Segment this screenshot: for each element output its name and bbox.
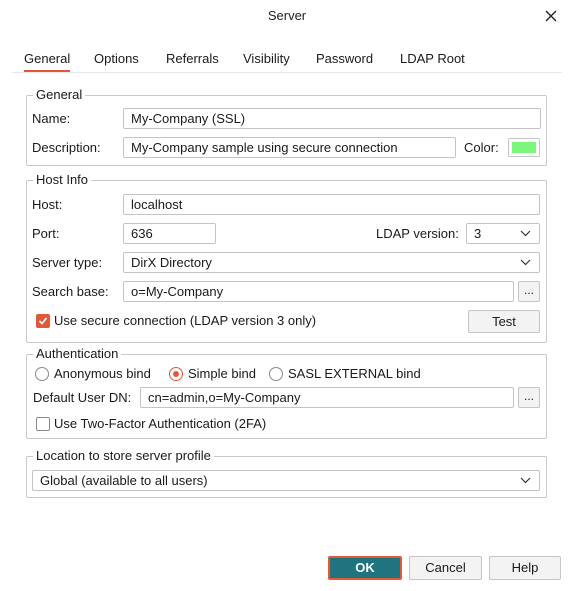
default-user-dn-browse-button[interactable]: ... (518, 387, 540, 408)
search-base-label: Search base: (32, 284, 109, 299)
radio-sasl-external-bind[interactable] (269, 367, 283, 381)
anonymous-bind-label: Anonymous bind (54, 366, 151, 381)
help-button[interactable]: Help (489, 556, 561, 580)
server-type-value: DirX Directory (131, 255, 212, 270)
port-input[interactable]: 636 (123, 223, 216, 244)
window-title: Server (267, 8, 307, 23)
chevron-down-icon (520, 477, 531, 484)
description-label: Description: (32, 140, 101, 155)
color-picker[interactable] (508, 138, 540, 157)
tab-visibility[interactable]: Visibility (243, 46, 290, 72)
sasl-external-bind-label: SASL EXTERNAL bind (288, 366, 421, 381)
close-button[interactable] (542, 7, 560, 25)
tab-options[interactable]: Options (94, 46, 139, 72)
search-base-browse-button[interactable]: ... (518, 281, 540, 302)
title-bar: Server (0, 0, 574, 32)
host-input[interactable]: localhost (123, 194, 540, 215)
ldap-version-value: 3 (474, 226, 482, 241)
chevron-down-icon (520, 259, 531, 266)
name-input[interactable]: My-Company (SSL) (123, 108, 541, 129)
tab-referrals[interactable]: Referrals (166, 46, 219, 72)
close-icon (545, 10, 557, 22)
location-legend: Location to store server profile (33, 448, 214, 464)
server-type-label: Server type: (32, 255, 103, 270)
secure-connection-checkbox[interactable] (36, 314, 50, 328)
host-info-legend: Host Info (33, 172, 92, 188)
two-factor-label: Use Two-Factor Authentication (2FA) (54, 416, 267, 431)
tab-general[interactable]: General (24, 46, 71, 72)
color-swatch (512, 142, 536, 153)
test-button[interactable]: Test (468, 310, 540, 333)
radio-anonymous-bind[interactable] (35, 367, 49, 381)
host-label: Host: (32, 197, 63, 212)
location-select[interactable]: Global (available to all users) (32, 470, 540, 491)
checkmark-icon (38, 317, 48, 325)
secure-connection-label: Use secure connection (LDAP version 3 on… (54, 313, 317, 328)
port-label: Port: (32, 226, 60, 241)
color-label: Color: (464, 140, 499, 155)
name-label: Name: (32, 111, 71, 126)
location-value: Global (available to all users) (40, 473, 208, 488)
default-user-dn-input[interactable]: cn=admin,o=My-Company (140, 387, 514, 408)
ok-button[interactable]: OK (328, 556, 402, 580)
radio-simple-bind[interactable] (169, 367, 183, 381)
authentication-legend: Authentication (33, 346, 122, 362)
cancel-button[interactable]: Cancel (409, 556, 482, 580)
tab-password[interactable]: Password (316, 46, 373, 72)
two-factor-checkbox[interactable] (36, 417, 50, 431)
tab-ldap-root[interactable]: LDAP Root (400, 46, 465, 72)
tab-divider (12, 72, 562, 73)
description-input[interactable]: My-Company sample using secure connectio… (123, 137, 456, 158)
ldap-version-select[interactable]: 3 (466, 223, 540, 244)
search-base-input[interactable]: o=My-Company (123, 281, 514, 302)
general-legend: General (33, 87, 86, 103)
simple-bind-label: Simple bind (188, 366, 256, 381)
ldap-version-label: LDAP version: (376, 226, 459, 241)
server-type-select[interactable]: DirX Directory (123, 252, 540, 273)
default-user-dn-label: Default User DN: (33, 390, 132, 405)
chevron-down-icon (520, 230, 531, 237)
